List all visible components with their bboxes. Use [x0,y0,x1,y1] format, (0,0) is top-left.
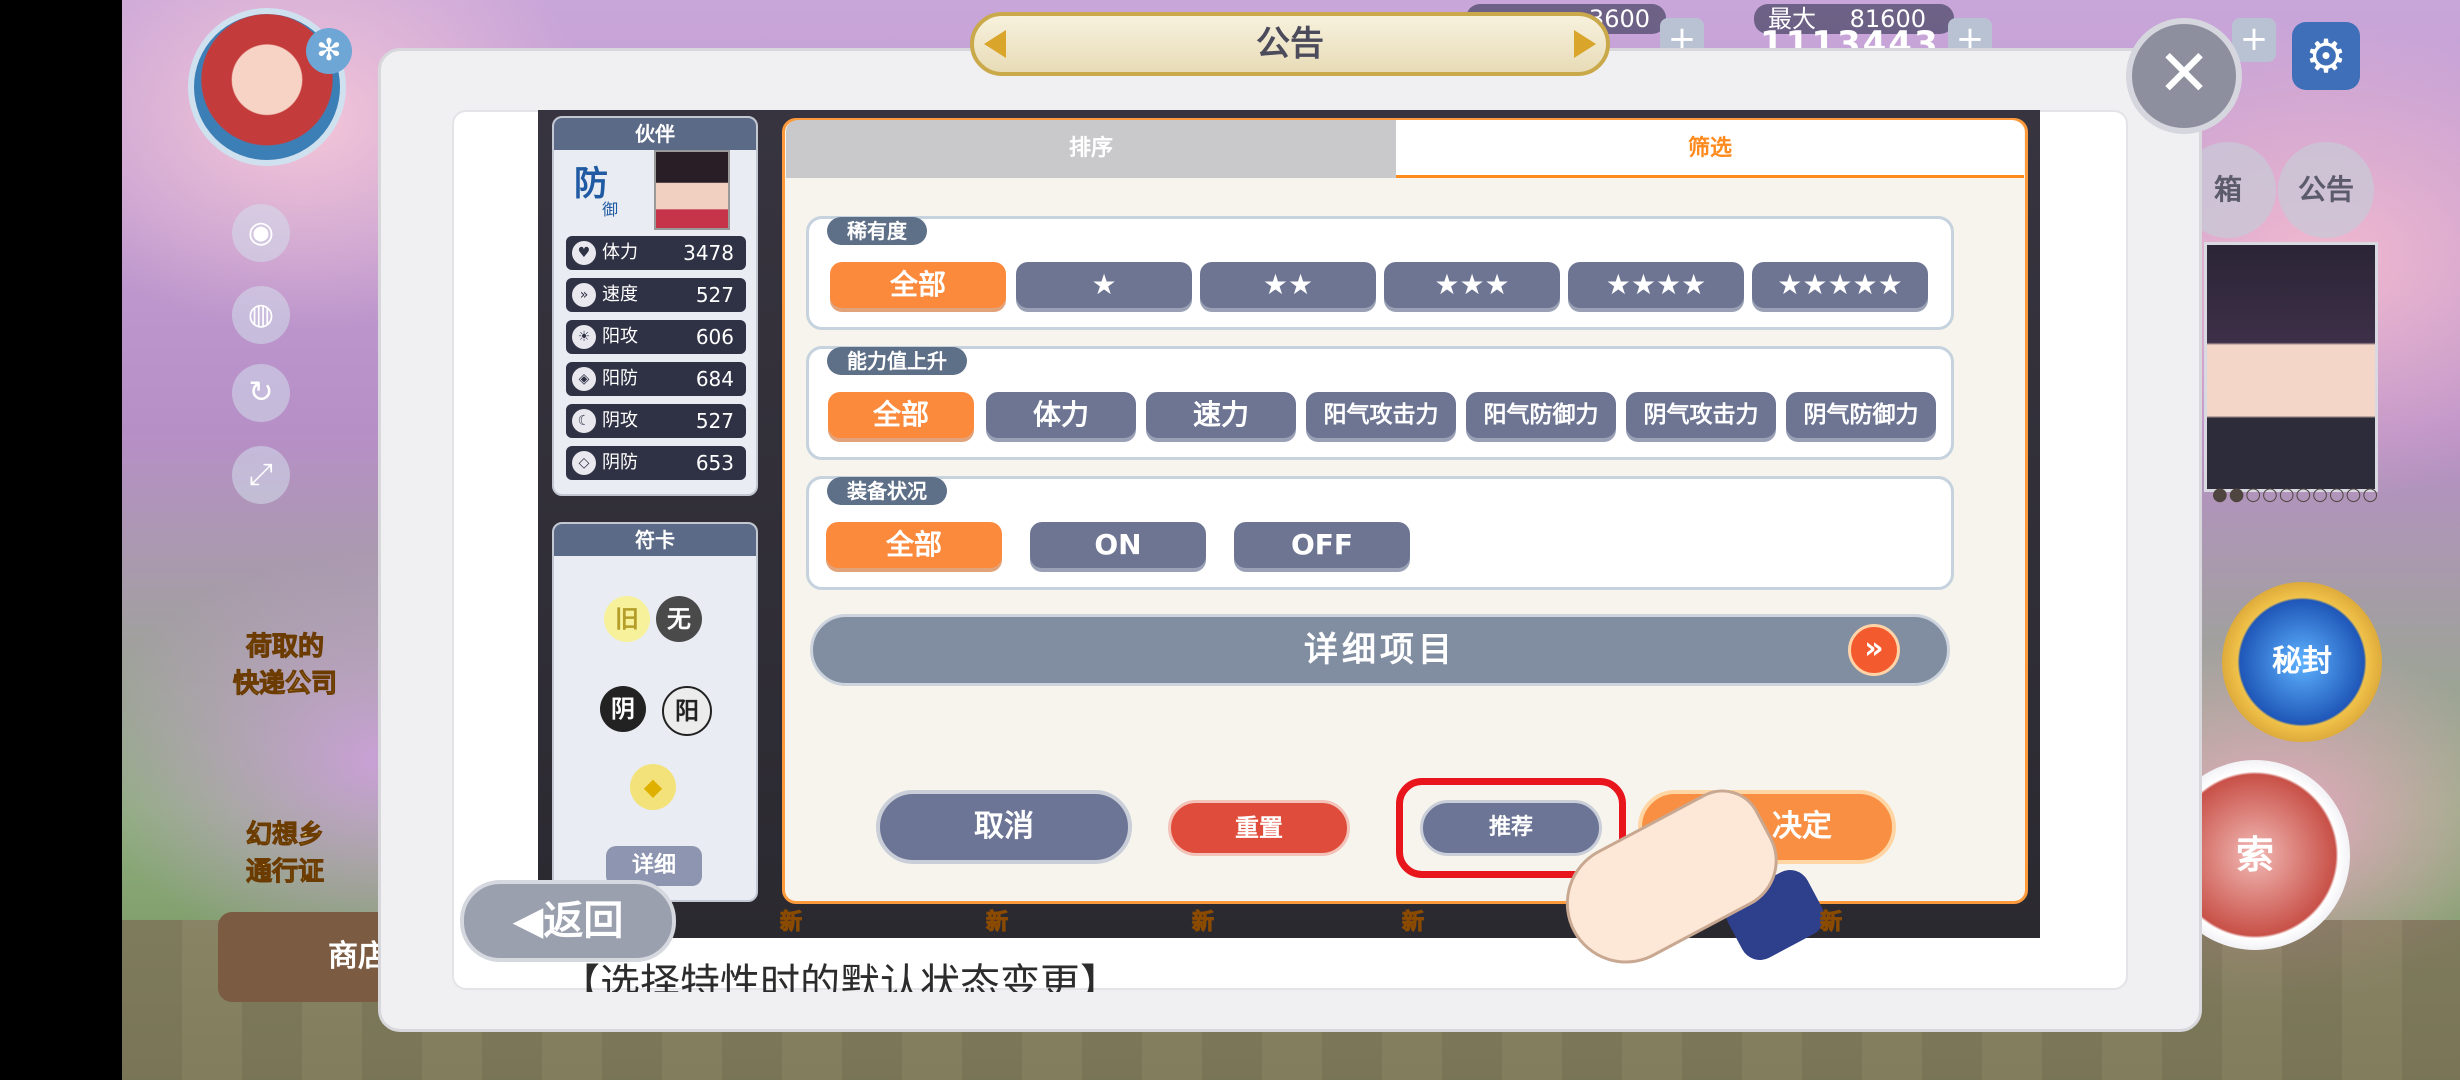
double-chevron-right-icon[interactable]: » [1848,624,1900,676]
yin-defense-icon: ◇ [572,451,596,475]
letterbox-left [0,0,122,1080]
ability-yin-defense[interactable]: 阴气防御力 [1786,392,1936,438]
character-image [654,150,730,230]
explore-label: 索 [2235,833,2274,877]
close-button[interactable]: ✕ [2126,18,2242,134]
tab-filter[interactable]: 筛选 [1396,120,2024,178]
stat-value: 3478 [683,241,734,265]
box-label: 箱 [2213,173,2242,206]
spell-card-title: 符卡 [554,524,756,556]
card-icon-yin[interactable]: 阴 [600,686,646,732]
hp-icon: ♥ [572,241,596,265]
ability-speed[interactable]: 速力 [1146,392,1296,438]
equip-all[interactable]: 全部 [826,522,1002,568]
equip-off[interactable]: OFF [1234,522,1410,568]
recommend-button[interactable]: 推荐 [1420,800,1602,856]
seal-button[interactable]: 秘封 [2222,582,2382,742]
ability-all[interactable]: 全部 [828,392,974,438]
reset-button[interactable]: 重置 [1168,800,1350,856]
detail-items-label: 详细项目 [1304,630,1456,670]
stat-label: 阴防 [602,452,638,473]
title-left-arrow-icon [984,30,1006,58]
stat-value: 527 [695,409,734,433]
promo-pass[interactable]: 幻想乡 通行证 [210,814,360,888]
refresh-icon[interactable]: ↻ [232,364,290,422]
stat-row: ☾ 阴攻 527 [566,404,746,438]
rarity-2-star[interactable]: ★★ [1200,262,1376,308]
speed-icon: » [572,283,596,307]
stat-row: ♥ 体力 3478 [566,236,746,270]
seal-label: 秘封 [2272,644,2332,679]
stat-row: ◇ 阴防 653 [566,446,746,480]
character-panel-title: 伙伴 [554,118,756,150]
stat-value: 684 [695,367,734,391]
stat-label: 体力 [602,242,638,263]
stat-row: ☀ 阳攻 606 [566,320,746,354]
partner-portrait[interactable] [2204,242,2378,492]
notice-button[interactable]: 公告 [2278,142,2374,238]
card-icon-diamond[interactable]: ◆ [630,764,676,810]
stat-label: 阴攻 [602,410,638,431]
tab-sort[interactable]: 排序 [786,120,1396,178]
avatar-settings-icon[interactable]: ✻ [306,28,352,74]
new-badge: 新 [1819,910,1843,936]
stat-value: 653 [695,451,734,475]
title-right-arrow-icon [1574,30,1596,58]
stat-label: 阳防 [602,368,638,389]
rarity-4-star[interactable]: ★★★★ [1568,262,1744,308]
new-badge: 新 [985,910,1009,936]
expand-icon[interactable]: ⤢ [232,446,290,504]
rarity-label: 稀有度 [827,217,927,245]
stat-label: 速度 [602,284,638,305]
ability-yang-attack[interactable]: 阳气攻击力 [1306,392,1456,438]
card-icon-none[interactable]: 无 [656,596,702,642]
notice-caption: 【选择特性时的默认状态变更】 [560,961,1120,992]
new-badge: 新 [1401,910,1425,936]
plus-icon: + [2239,19,2269,59]
detail-items-button[interactable]: 详细项目 [810,614,1950,686]
stat-value: 527 [695,283,734,307]
notice-label: 公告 [2297,173,2354,206]
ability-label: 能力值上升 [827,347,967,375]
ability-yang-defense[interactable]: 阳气防御力 [1466,392,1616,438]
ability-yin-attack[interactable]: 阴气攻击力 [1626,392,1776,438]
yang-defense-icon: ◈ [572,367,596,391]
eye-icon[interactable]: ◉ [232,204,290,262]
stat-row: » 速度 527 [566,278,746,312]
ability-hp[interactable]: 体力 [986,392,1136,438]
cancel-button[interactable]: 取消 [876,790,1132,864]
equip-on[interactable]: ON [1030,522,1206,568]
modal-title: 公告 [970,12,1610,76]
yang-attack-icon: ☀ [572,325,596,349]
spell-card-panel: 符卡 [552,522,758,902]
stat-value: 606 [695,325,734,349]
yin-attack-icon: ☾ [572,409,596,433]
resource-3-add-button[interactable]: + [2232,18,2276,62]
close-icon: ✕ [2157,37,2211,111]
rarity-all[interactable]: 全部 [830,262,1006,308]
card-icon-old[interactable]: 旧 [604,596,650,642]
card-icon-yang[interactable]: 阳 [662,686,712,736]
rarity-5-star[interactable]: ★★★★★ [1752,262,1928,308]
gear-icon[interactable]: ⚙ [2292,22,2360,90]
chat-icon[interactable]: ◍ [232,286,290,344]
equipment-label: 装备状况 [827,477,947,505]
page-dots: ●●○○○○○○○○ [2212,484,2380,505]
rarity-1-star[interactable]: ★ [1016,262,1192,308]
promo-delivery[interactable]: 荷取的 快递公司 [210,626,360,700]
back-button[interactable]: ◀返回 [460,880,676,962]
defense-badge-sub: 御 [602,200,619,219]
stat-row: ◈ 阳防 684 [566,362,746,396]
new-badge: 新 [779,910,803,936]
stat-label: 阳攻 [602,326,638,347]
promo-delivery-label: 荷取的 快递公司 [232,632,337,700]
new-badge: 新 [1191,910,1215,936]
promo-pass-label: 幻想乡 通行证 [245,820,324,888]
rarity-3-star[interactable]: ★★★ [1384,262,1560,308]
